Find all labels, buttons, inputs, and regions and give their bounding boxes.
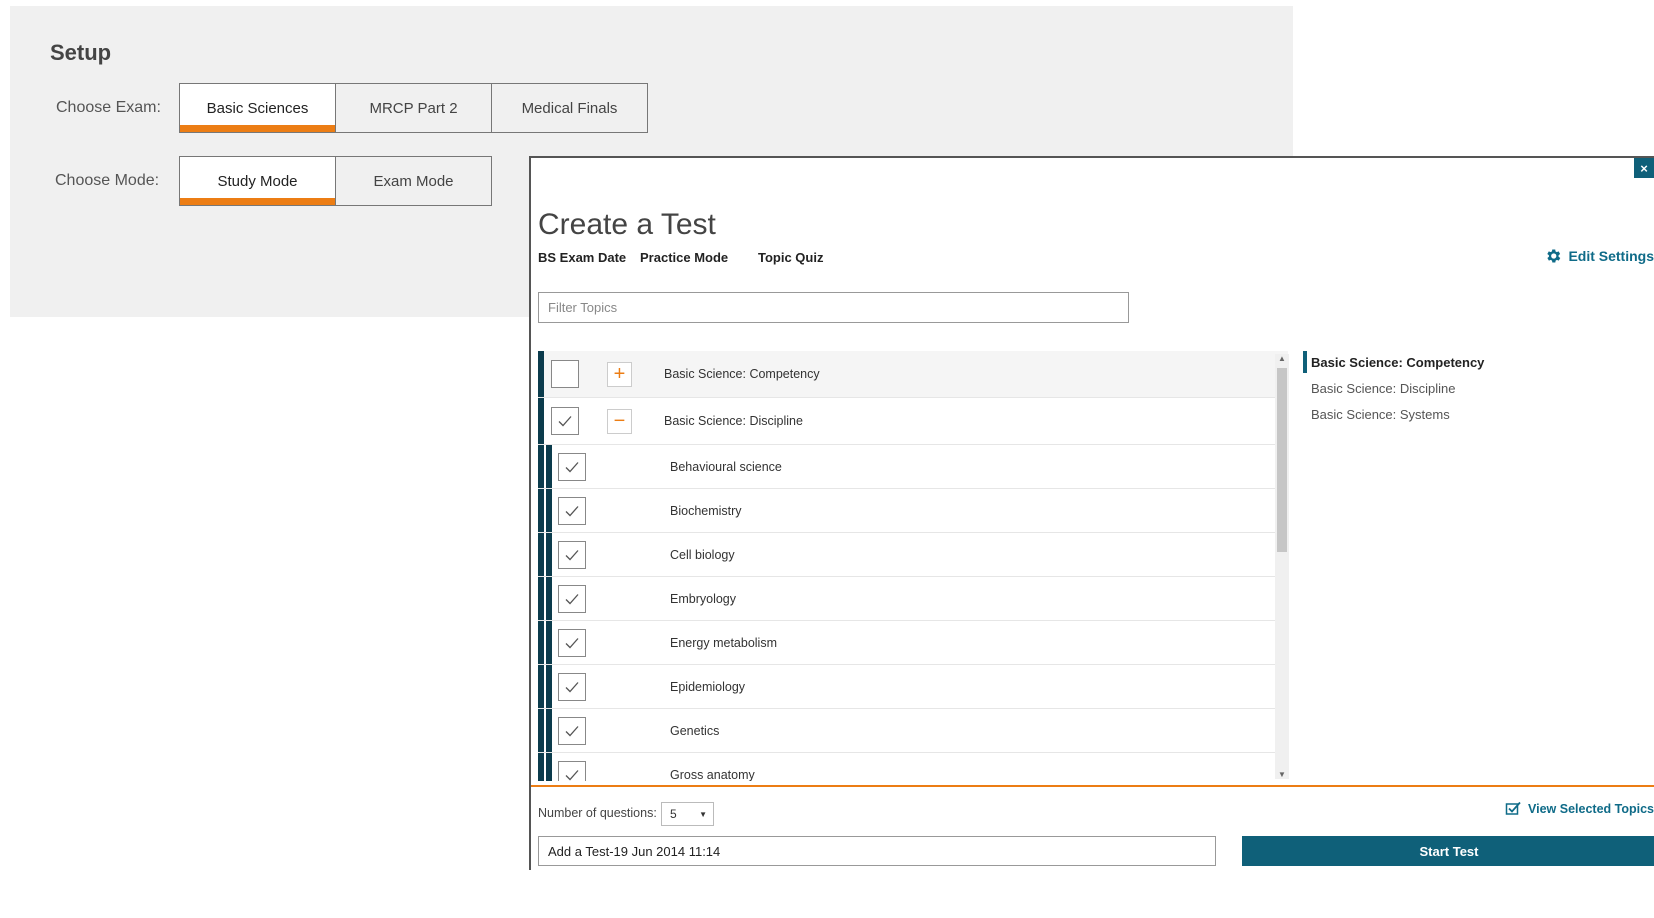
meta-practice-mode: Practice Mode (640, 250, 729, 265)
view-selected-topics-link[interactable]: View Selected Topics (1505, 801, 1654, 816)
exam-mode-button[interactable]: Exam Mode (335, 156, 492, 206)
topic-label: Gross anatomy (670, 767, 755, 782)
section-nav-systems[interactable]: Basic Science: Systems (1303, 405, 1484, 431)
collapse-button[interactable]: − (607, 408, 632, 434)
close-button[interactable]: × (1634, 158, 1654, 178)
topic-checkbox[interactable] (558, 584, 586, 613)
group-label: Basic Science: Competency (664, 367, 820, 381)
row-indicator (538, 621, 544, 664)
row-indicator (538, 489, 544, 532)
row-indicator (546, 445, 552, 488)
group-row-competency[interactable]: + Basic Science: Competency (538, 351, 1288, 398)
group-checkbox[interactable] (551, 407, 579, 435)
row-indicator (538, 445, 544, 488)
group-checkbox[interactable] (551, 360, 579, 388)
topic-checkbox[interactable] (558, 452, 586, 481)
check-icon (565, 505, 579, 516)
gear-icon (1547, 249, 1561, 263)
exam-basic-sciences-button[interactable]: Basic Sciences (179, 83, 336, 133)
exam-mrcp-part2-button[interactable]: MRCP Part 2 (335, 83, 492, 133)
topic-label: Biochemistry (670, 503, 742, 518)
meta-topic-quiz: Topic Quiz (758, 250, 824, 265)
topic-checkbox[interactable] (558, 672, 586, 701)
setup-title: Setup (50, 40, 112, 65)
row-indicator (538, 533, 544, 576)
check-icon (558, 416, 572, 427)
edit-settings-label: Edit Settings (1568, 248, 1654, 264)
group-indicator (538, 398, 544, 444)
create-test-dialog: × Create a Test BS Exam Date Practice Mo… (529, 156, 1654, 870)
dialog-title: Create a Test (538, 208, 716, 241)
start-test-button[interactable]: Start Test (1242, 836, 1654, 866)
check-icon (565, 769, 579, 780)
topic-label: Cell biology (670, 547, 735, 562)
list-item[interactable]: Genetics (538, 709, 1288, 753)
topic-checkbox[interactable] (558, 496, 586, 525)
topic-list-scrollbar[interactable]: ▲ ▼ (1275, 354, 1289, 779)
test-name-input[interactable] (538, 836, 1216, 866)
topic-label: Energy metabolism (670, 635, 777, 650)
number-of-questions-select[interactable]: 5 ▼ (661, 802, 714, 826)
row-indicator (546, 577, 552, 620)
mode-selector: Study Mode Exam Mode (179, 156, 492, 206)
exam-selector: Basic Sciences MRCP Part 2 Medical Final… (179, 83, 648, 133)
scroll-down-icon[interactable]: ▼ (1275, 770, 1289, 779)
group-row-discipline[interactable]: − Basic Science: Discipline (538, 398, 1288, 445)
check-icon (565, 549, 579, 560)
section-nav: Basic Science: Competency Basic Science:… (1303, 351, 1484, 431)
list-item[interactable]: Embryology (538, 577, 1288, 621)
check-icon (565, 461, 579, 472)
expand-button[interactable]: + (607, 361, 632, 387)
row-indicator (538, 753, 544, 781)
footer-divider (531, 785, 1654, 787)
row-indicator (538, 665, 544, 708)
row-indicator (546, 533, 552, 576)
check-icon (565, 593, 579, 604)
section-nav-competency[interactable]: Basic Science: Competency (1303, 351, 1484, 379)
filter-topics-input[interactable] (538, 292, 1129, 323)
check-icon (565, 637, 579, 648)
list-item[interactable]: Biochemistry (538, 489, 1288, 533)
list-item[interactable]: Epidemiology (538, 665, 1288, 709)
check-icon (565, 725, 579, 736)
row-indicator (538, 709, 544, 752)
caret-down-icon: ▼ (699, 809, 707, 819)
row-indicator (546, 489, 552, 532)
row-indicator (546, 753, 552, 781)
scrollbar-thumb[interactable] (1277, 368, 1287, 552)
topic-label: Epidemiology (670, 679, 746, 694)
row-indicator (538, 577, 544, 620)
meta-exam-date: BS Exam Date (538, 250, 627, 265)
topic-label: Embryology (670, 591, 736, 606)
row-indicator (546, 665, 552, 708)
study-mode-button[interactable]: Study Mode (179, 156, 336, 206)
number-of-questions-value: 5 (670, 807, 677, 821)
exam-medical-finals-button[interactable]: Medical Finals (491, 83, 648, 133)
topic-list: + Basic Science: Competency − Basic Scie… (538, 351, 1288, 781)
edit-settings-link[interactable]: Edit Settings (1544, 247, 1654, 265)
choose-exam-label: Choose Exam: (56, 99, 161, 116)
scroll-up-icon[interactable]: ▲ (1275, 354, 1289, 363)
topic-checkbox[interactable] (558, 716, 586, 745)
topic-label: Genetics (670, 723, 720, 738)
list-item[interactable]: Gross anatomy (538, 753, 1288, 781)
check-icon (565, 681, 579, 692)
list-item[interactable]: Cell biology (538, 533, 1288, 577)
choose-mode-label: Choose Mode: (55, 172, 160, 189)
section-nav-discipline[interactable]: Basic Science: Discipline (1303, 379, 1484, 405)
topic-checkbox[interactable] (558, 760, 586, 781)
checklist-icon (1505, 801, 1521, 815)
row-indicator (546, 709, 552, 752)
topic-checkbox[interactable] (558, 628, 586, 657)
list-item[interactable]: Behavioural science (538, 445, 1288, 489)
list-item[interactable]: Energy metabolism (538, 621, 1288, 665)
group-label: Basic Science: Discipline (664, 414, 803, 428)
number-of-questions-label: Number of questions: (538, 806, 657, 820)
topic-label: Behavioural science (670, 459, 782, 474)
row-indicator (546, 621, 552, 664)
topic-checkbox[interactable] (558, 540, 586, 569)
view-selected-topics-label: View Selected Topics (1528, 801, 1654, 816)
group-indicator (538, 351, 544, 397)
